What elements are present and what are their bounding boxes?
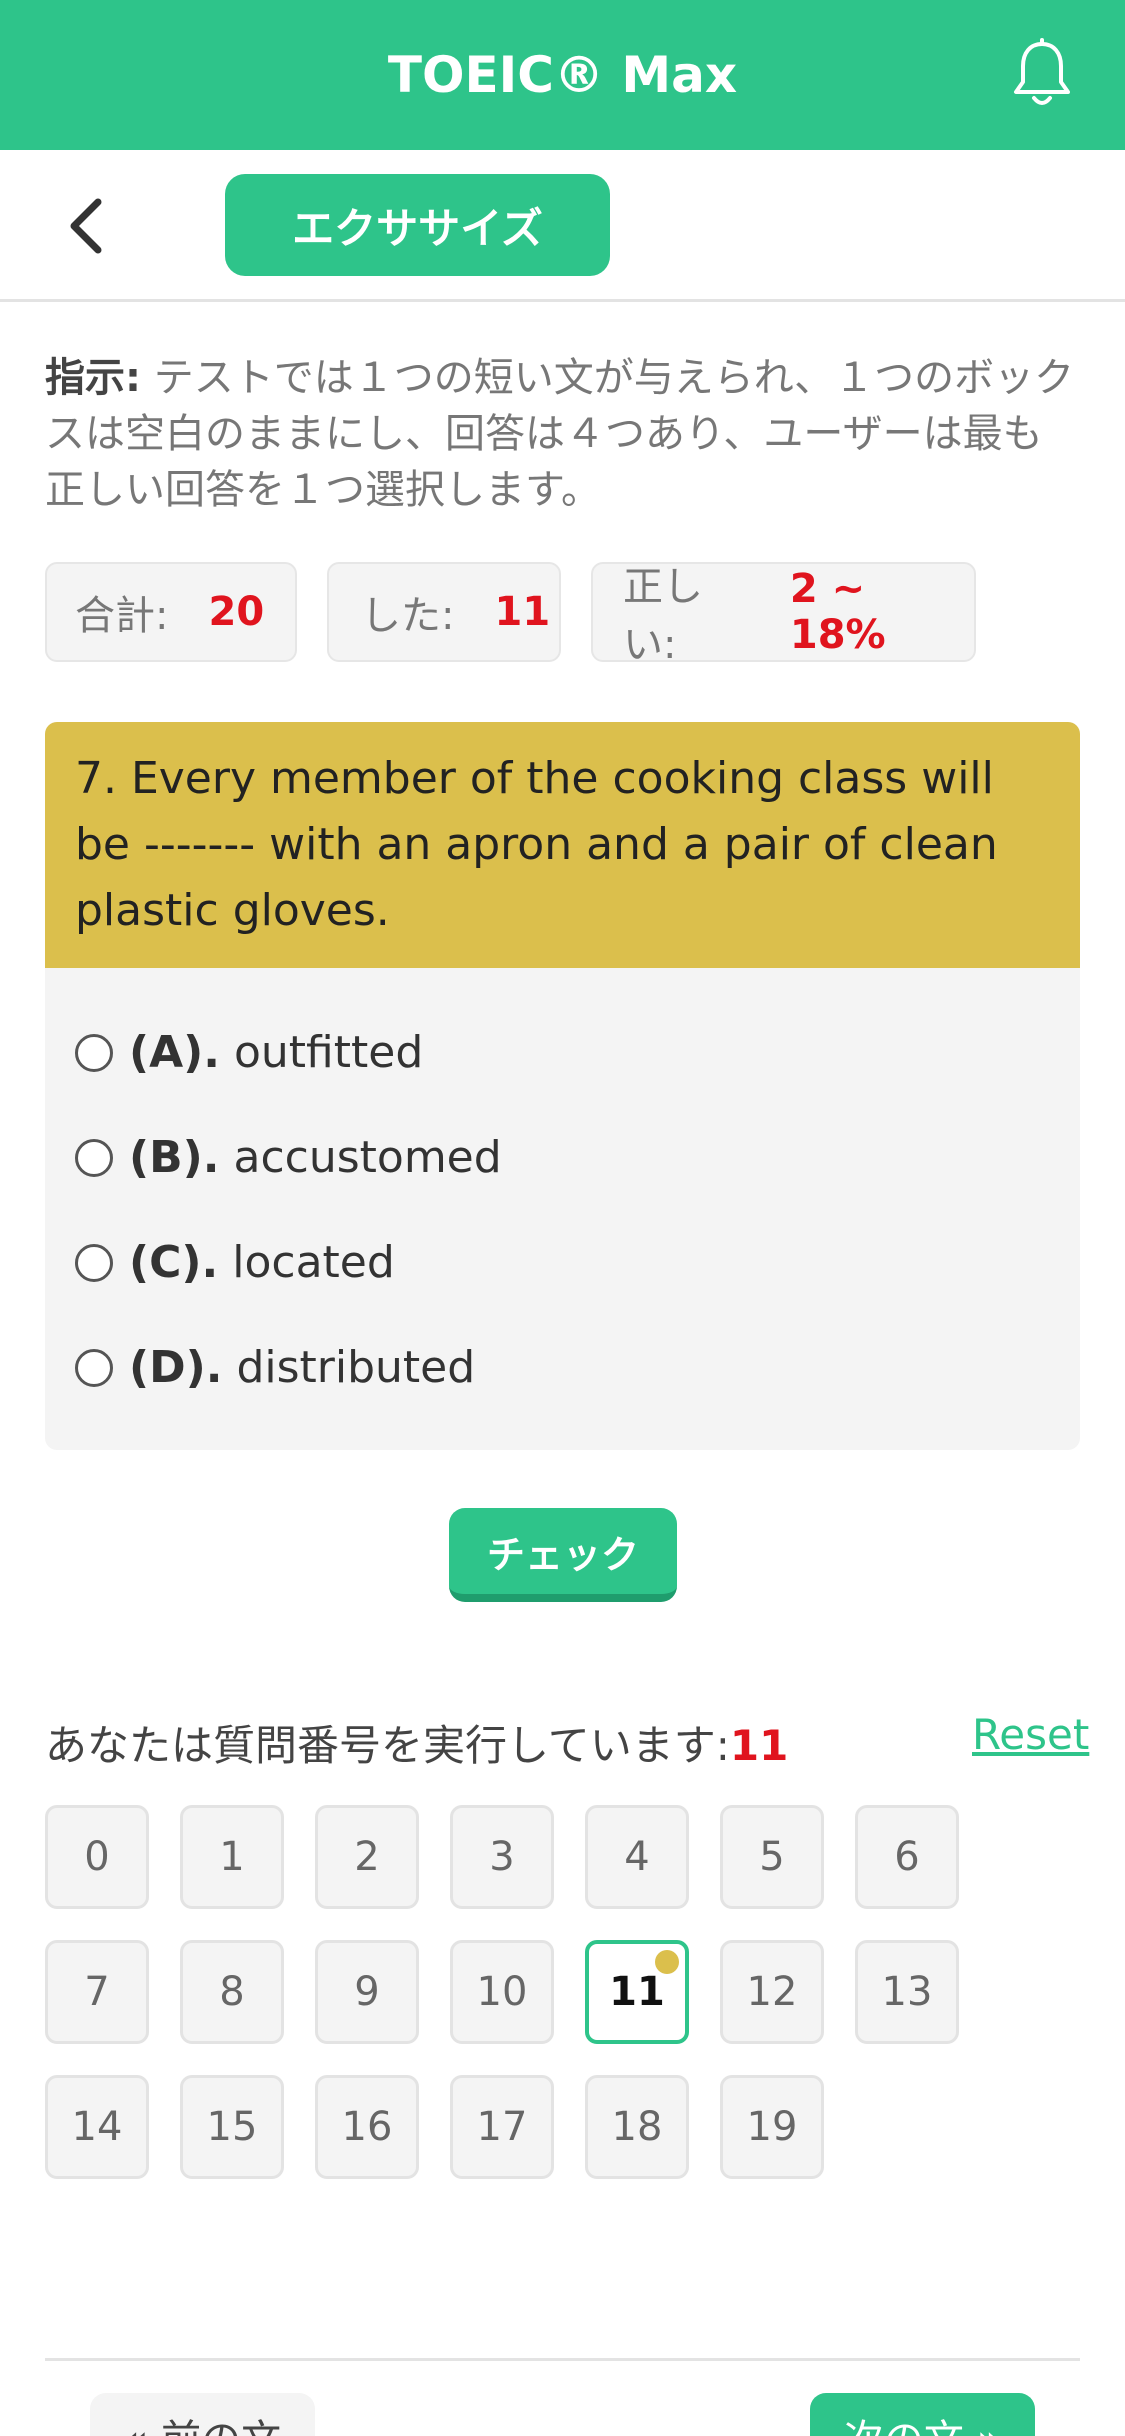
option-key: (C).: [129, 1237, 219, 1288]
question-number-14[interactable]: 14: [45, 2075, 149, 2179]
check-button[interactable]: チェック: [449, 1508, 677, 1602]
option-b[interactable]: (B). accustomed: [75, 1132, 502, 1183]
question-number-19[interactable]: 19: [720, 2075, 824, 2179]
instruction-body: テストでは１つの短い文が与えられ、１つのボックスは空白のままにし、回答は４つあり…: [45, 355, 1075, 513]
question-text: 7. Every member of the cooking class wil…: [45, 722, 1080, 968]
question-number-10[interactable]: 10: [450, 1940, 554, 2044]
question-number-12[interactable]: 12: [720, 1940, 824, 2044]
stat-total: 合計: 20: [45, 562, 297, 662]
question-number-5[interactable]: 5: [720, 1805, 824, 1909]
instruction-label: 指示:: [45, 355, 141, 401]
radio-button[interactable]: [75, 1243, 113, 1282]
radio-button[interactable]: [75, 1033, 113, 1072]
question-number-9[interactable]: 9: [315, 1940, 419, 2044]
footer-divider: [45, 2358, 1080, 2361]
stat-done-label: した:: [361, 593, 455, 639]
app-title: TOEIC® Max: [387, 46, 738, 104]
question-card: 7. Every member of the cooking class wil…: [45, 722, 1080, 1450]
option-key: (D).: [129, 1342, 223, 1393]
exercise-tab-button[interactable]: エクササイズ: [225, 174, 610, 276]
next-sentence-button[interactable]: 次の文 »: [810, 2393, 1035, 2436]
app-header: TOEIC® Max: [0, 0, 1125, 150]
progress-text: あなたは質問番号を実行しています:11: [45, 1712, 788, 1773]
stat-total-value: 20: [208, 589, 265, 635]
stat-correct: 正しい: 2 ~ 18%: [591, 562, 976, 668]
stat-total-label: 合計:: [75, 593, 169, 639]
question-number-8[interactable]: 8: [180, 1940, 284, 2044]
question-number-15[interactable]: 15: [180, 2075, 284, 2179]
option-text: accustomed: [233, 1132, 502, 1183]
radio-button[interactable]: [75, 1138, 113, 1177]
option-key: (B).: [129, 1132, 220, 1183]
question-number-4[interactable]: 4: [585, 1805, 689, 1909]
question-number-13[interactable]: 13: [855, 1940, 959, 2044]
reset-link[interactable]: Reset: [972, 1710, 1089, 1759]
question-number-3[interactable]: 3: [450, 1805, 554, 1909]
previous-sentence-button[interactable]: « 前の文: [90, 2393, 315, 2436]
question-number-6[interactable]: 6: [855, 1805, 959, 1909]
stat-correct-value: 2 ~ 18%: [789, 566, 886, 658]
question-number-0[interactable]: 0: [45, 1805, 149, 1909]
radio-button[interactable]: [75, 1348, 113, 1387]
instruction-text: 指示: テストでは１つの短い文が与えられ、１つのボックスは空白のままにし、回答は…: [45, 350, 1080, 518]
question-number-17[interactable]: 17: [450, 2075, 554, 2179]
option-text: distributed: [236, 1342, 476, 1393]
current-dot-icon: [655, 1950, 679, 1974]
question-number-1[interactable]: 1: [180, 1805, 284, 1909]
bell-icon[interactable]: [1010, 38, 1074, 110]
progress-label: あなたは質問番号を実行しています:: [45, 1721, 730, 1770]
option-text: located: [232, 1237, 395, 1288]
stat-done: した: 11: [327, 562, 561, 662]
progress-current: 11: [729, 1721, 789, 1770]
option-text: outfitted: [234, 1027, 424, 1078]
option-key: (A).: [129, 1027, 220, 1078]
question-number-18[interactable]: 18: [585, 2075, 689, 2179]
question-number-label: 11: [609, 1969, 665, 2015]
option-c[interactable]: (C). located: [75, 1237, 395, 1288]
chevron-left-icon[interactable]: [60, 194, 120, 258]
option-a[interactable]: (A). outfitted: [75, 1027, 423, 1078]
stat-correct-label: 正しい:: [623, 564, 703, 668]
sub-header: エクササイズ: [0, 150, 1125, 302]
question-number-7[interactable]: 7: [45, 1940, 149, 2044]
question-number-2[interactable]: 2: [315, 1805, 419, 1909]
question-number-16[interactable]: 16: [315, 2075, 419, 2179]
question-number-11-current[interactable]: 11: [585, 1940, 689, 2044]
stat-done-value: 11: [494, 589, 551, 635]
option-d[interactable]: (D). distributed: [75, 1342, 475, 1393]
